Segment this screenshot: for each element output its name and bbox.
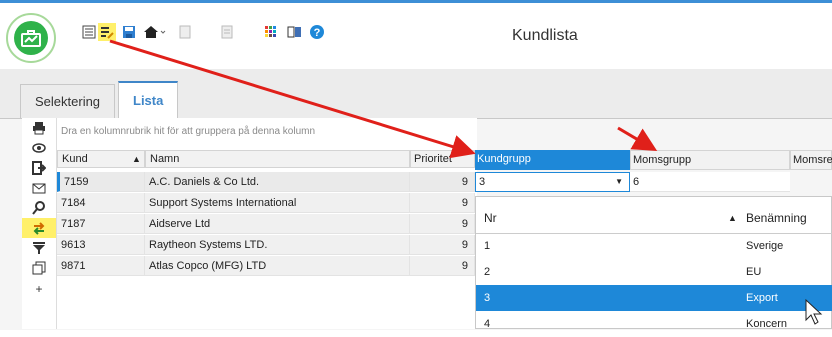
list-icon[interactable] <box>80 23 98 41</box>
dropdown-header: Nr ▲ Benämning <box>476 203 832 234</box>
group-hint: Dra en kolumnrubrik hit för att gruppera… <box>61 126 316 137</box>
kundgrupp-editor[interactable]: 3 ▼ <box>475 172 630 192</box>
sort-asc-icon: ▲ <box>728 213 737 223</box>
dropdown-option-selected[interactable]: 3 Export <box>476 285 832 311</box>
window-title: Kundlista <box>512 27 578 44</box>
tab-bar: Selektering Lista <box>0 69 832 119</box>
tab-selektering[interactable]: Selektering <box>20 84 116 118</box>
option-nr: 3 <box>484 292 491 304</box>
option-nr: 4 <box>484 318 491 330</box>
cell-kund: 7159 <box>57 172 145 192</box>
kundgrupp-value: 3 <box>479 176 486 188</box>
option-name: Koncern <box>746 318 787 330</box>
app-logo <box>6 13 56 63</box>
edit-list-icon[interactable] <box>98 23 116 41</box>
column-header-momsreg[interactable]: Momsre <box>790 150 832 170</box>
option-nr: 1 <box>484 240 491 252</box>
cards-icon[interactable] <box>286 23 304 41</box>
option-name: EU <box>746 266 762 278</box>
svg-text:?: ? <box>314 27 321 39</box>
momsgrupp-cell[interactable]: 6 <box>630 172 790 192</box>
kundgrupp-dropdown: Nr ▲ Benämning 1 Sverige 2 EU 3 Export 4… <box>475 196 832 330</box>
home-icon[interactable] <box>142 23 168 41</box>
cell-namn: Atlas Copco (MFG) LTD <box>145 256 410 276</box>
export-icon[interactable] <box>22 158 56 178</box>
cell-namn: Raytheon Systems LTD. <box>145 235 410 255</box>
option-name: Sverige <box>746 240 784 252</box>
cell-prioritet: 9 <box>410 172 475 192</box>
column-header-kund-label: Kund <box>62 153 88 165</box>
column-header-prioritet[interactable]: Prioritet <box>410 150 475 168</box>
cell-prioritet: 9 <box>410 193 475 213</box>
print-icon[interactable] <box>22 118 56 138</box>
cell-prioritet: 9 <box>410 256 475 276</box>
save-icon[interactable] <box>120 23 138 41</box>
cell-kund: 7184 <box>57 193 145 213</box>
column-header-momsgrupp[interactable]: Momsgrupp <box>630 150 790 170</box>
expand-icon[interactable]: + <box>22 278 56 298</box>
filter-icon[interactable] <box>22 238 56 258</box>
cell-namn: A.C. Daniels & Co Ltd. <box>145 172 410 192</box>
dropdown-option[interactable]: 2 EU <box>476 259 832 285</box>
cell-kund: 9871 <box>57 256 145 276</box>
doc2-icon[interactable] <box>218 23 236 41</box>
column-header-namn[interactable]: Namn <box>145 150 410 168</box>
cell-prioritet: 9 <box>410 214 475 234</box>
cell-prioritet: 9 <box>410 235 475 255</box>
dropdown-col-nr[interactable]: Nr <box>484 203 497 233</box>
dropdown-col-benamning[interactable]: Benämning <box>746 203 807 233</box>
dropdown-option[interactable]: 1 Sverige <box>476 233 832 259</box>
option-nr: 2 <box>484 266 491 278</box>
doc-icon[interactable] <box>176 23 194 41</box>
help-icon[interactable]: ? <box>308 23 326 41</box>
cell-kund: 7187 <box>57 214 145 234</box>
svg-text:+: + <box>35 282 42 295</box>
copy-icon[interactable] <box>22 258 56 278</box>
mail-icon[interactable] <box>22 178 56 198</box>
tab-lista[interactable]: Lista <box>118 81 179 119</box>
sort-asc-icon: ▲ <box>132 154 141 164</box>
dropdown-arrow-icon[interactable]: ▼ <box>615 173 623 191</box>
title-bar: ? Kundlista <box>0 3 832 69</box>
column-header-kund[interactable]: Kund ▲ <box>57 150 145 168</box>
column-header-kundgrupp[interactable]: Kundgrupp <box>475 150 630 170</box>
view-icon[interactable] <box>22 138 56 158</box>
grid-sidebar: + <box>22 118 57 329</box>
dropdown-option[interactable]: 4 Koncern <box>476 311 832 337</box>
cell-namn: Aidserve Ltd <box>145 214 410 234</box>
search-icon[interactable] <box>22 198 56 218</box>
grid-colors-icon[interactable] <box>262 23 280 41</box>
cell-kund: 9613 <box>57 235 145 255</box>
swap-icon[interactable] <box>22 218 56 238</box>
cell-namn: Support Systems International <box>145 193 410 213</box>
option-name: Export <box>746 292 778 304</box>
